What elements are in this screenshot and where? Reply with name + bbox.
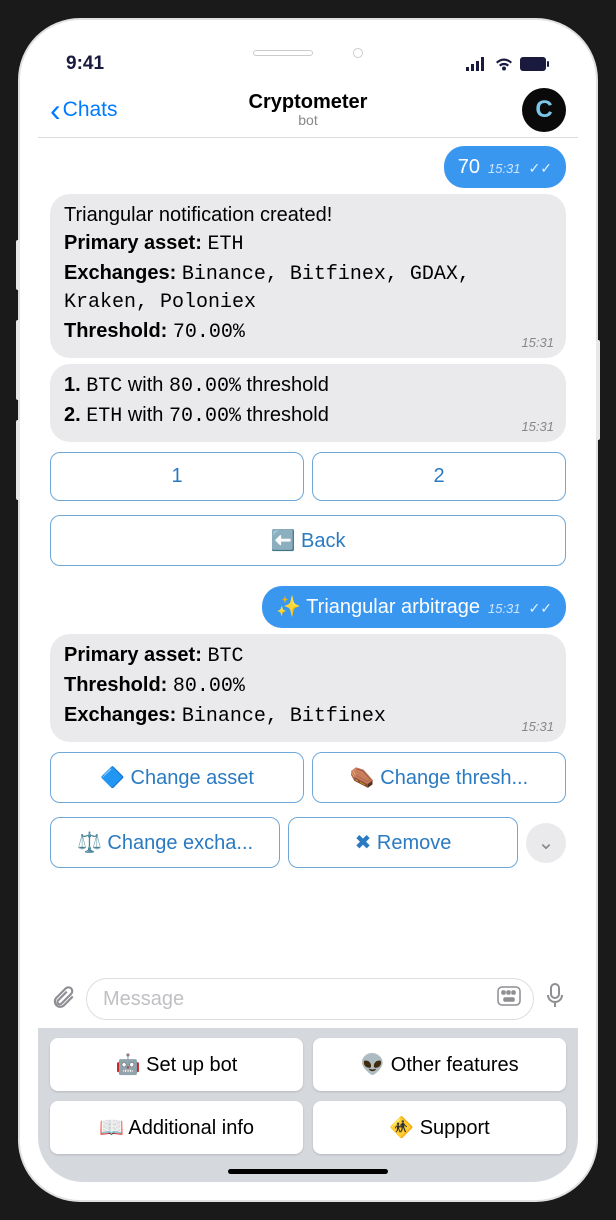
outgoing-message: 70 15:31 ✓✓ bbox=[50, 146, 566, 188]
read-checks-icon: ✓✓ bbox=[529, 599, 552, 617]
back-button[interactable]: ‹ Chats bbox=[50, 94, 118, 126]
inline-keyboard-row: 1 2 bbox=[50, 448, 566, 505]
message-input-bar: Message bbox=[38, 970, 578, 1028]
inline-keyboard-row: ⬅️ Back bbox=[50, 511, 566, 570]
header-title-block[interactable]: Cryptometer bot bbox=[249, 91, 368, 128]
change-asset-button[interactable]: 🔷 Change asset bbox=[50, 752, 304, 803]
status-time: 9:41 bbox=[66, 53, 104, 75]
inline-keyboard-row: 🔷 Change asset ⚰️ Change thresh... bbox=[50, 748, 566, 807]
message-list[interactable]: 70 15:31 ✓✓ Triangular notification crea… bbox=[38, 138, 578, 970]
back-inline-button[interactable]: ⬅️ Back bbox=[50, 515, 566, 566]
chat-title: Cryptometer bbox=[249, 91, 368, 114]
message-time: 15:31 bbox=[521, 419, 554, 436]
chevron-down-icon: ⌄ bbox=[538, 830, 555, 855]
battery-icon bbox=[520, 57, 550, 71]
message-time: 15:31 bbox=[488, 601, 521, 618]
message-text: 70 bbox=[458, 154, 480, 180]
message-text: ✨ Triangular arbitrage bbox=[276, 594, 480, 620]
incoming-message: 1. BTC with 80.00% threshold 2. ETH with… bbox=[50, 364, 566, 442]
avatar[interactable]: C bbox=[522, 88, 566, 132]
message-time: 15:31 bbox=[521, 335, 554, 352]
chat-subtitle: bot bbox=[249, 112, 368, 128]
input-placeholder: Message bbox=[103, 988, 184, 1011]
cellular-signal-icon bbox=[466, 57, 488, 71]
home-indicator[interactable] bbox=[228, 1169, 388, 1174]
scroll-down-button[interactable]: ⌄ bbox=[526, 823, 566, 863]
back-label: Chats bbox=[63, 98, 118, 122]
setup-bot-button[interactable]: 🤖 Set up bot bbox=[50, 1038, 303, 1091]
message-input[interactable]: Message bbox=[86, 978, 534, 1020]
stickers-icon[interactable] bbox=[497, 986, 521, 1012]
reply-keyboard: 🤖 Set up bot 👽 Other features 📖 Addition… bbox=[38, 1028, 578, 1182]
incoming-message: Triangular notification created! Primary… bbox=[50, 194, 566, 358]
read-checks-icon: ✓✓ bbox=[529, 159, 552, 177]
message-time: 15:31 bbox=[488, 161, 521, 178]
chevron-left-icon: ‹ bbox=[50, 94, 61, 126]
outgoing-message: ✨ Triangular arbitrage 15:31 ✓✓ bbox=[50, 586, 566, 628]
screen: 9:41 ‹ Chats Cryptometer bot bbox=[38, 38, 578, 1182]
option-1-button[interactable]: 1 bbox=[50, 452, 304, 501]
other-features-button[interactable]: 👽 Other features bbox=[313, 1038, 566, 1091]
additional-info-button[interactable]: 📖 Additional info bbox=[50, 1101, 303, 1154]
support-button[interactable]: 🚸 Support bbox=[313, 1101, 566, 1154]
change-exchanges-button[interactable]: ⚖️ Change excha... bbox=[50, 817, 280, 868]
incoming-message: Primary asset: BTC Threshold: 80.00% Exc… bbox=[50, 634, 566, 742]
message-time: 15:31 bbox=[521, 719, 554, 736]
wifi-icon bbox=[494, 57, 514, 71]
chat-header: ‹ Chats Cryptometer bot C bbox=[38, 82, 578, 138]
inline-keyboard-row: ⚖️ Change excha... ✖ Remove ⌄ bbox=[50, 813, 566, 872]
status-icons bbox=[466, 57, 550, 71]
microphone-icon[interactable] bbox=[544, 982, 566, 1017]
option-2-button[interactable]: 2 bbox=[312, 452, 566, 501]
remove-button[interactable]: ✖ Remove bbox=[288, 817, 518, 868]
attachment-icon[interactable] bbox=[50, 983, 76, 1016]
message-line: Triangular notification created! bbox=[64, 202, 552, 228]
change-threshold-button[interactable]: ⚰️ Change thresh... bbox=[312, 752, 566, 803]
